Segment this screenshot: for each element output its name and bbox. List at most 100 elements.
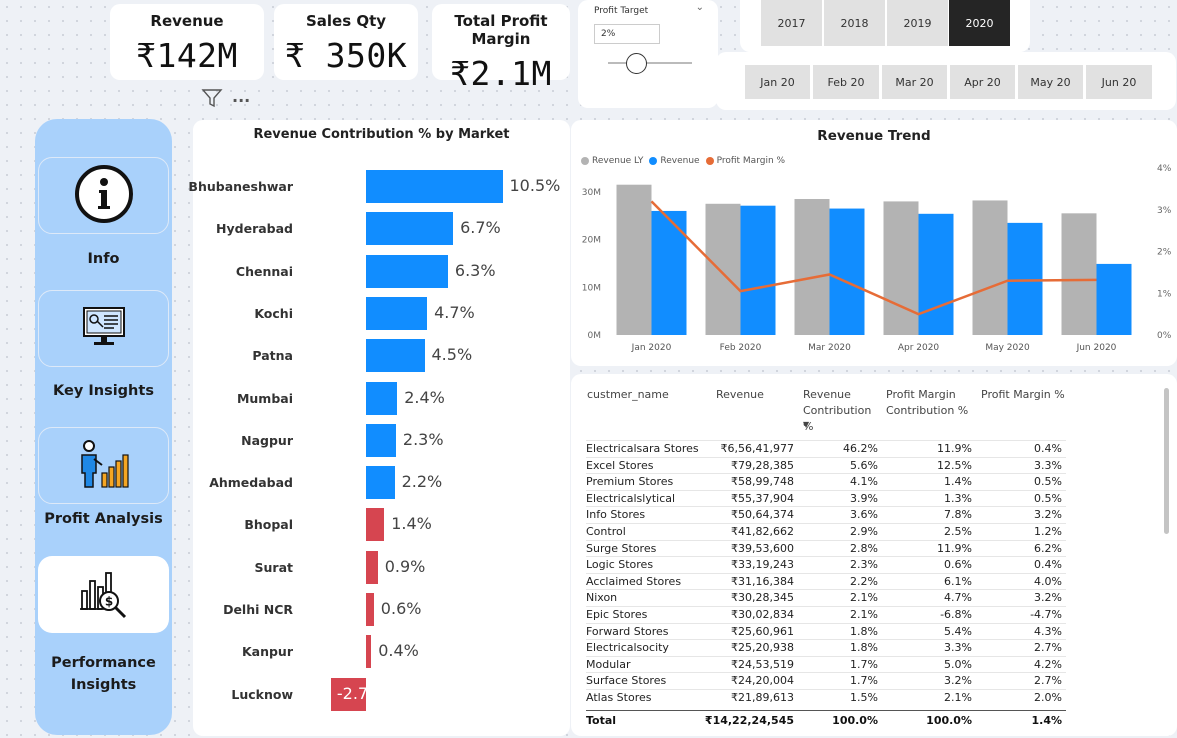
market-label: Surat	[254, 559, 293, 575]
cell-revenue: ₹30,28,345	[731, 591, 794, 605]
revenue-ly-bar[interactable]	[616, 184, 652, 335]
market-bar[interactable]	[366, 212, 454, 246]
table-header-revenue-contribution[interactable]: Revenue Contribution %	[803, 387, 879, 435]
revenue-bar[interactable]	[829, 208, 865, 335]
table-row[interactable]: Epic Stores ₹30,02,834 2.1% -6.8% -4.7%	[586, 606, 1066, 623]
table-row[interactable]: Acclaimed Stores ₹31,16,384 2.2% 6.1% 4.0%	[586, 572, 1066, 590]
profit-target-input[interactable]	[594, 24, 660, 44]
table-header-profit-margin-contribution[interactable]: Profit Margin Contribution %	[886, 387, 976, 419]
table-row[interactable]: Premium Stores ₹58,99,748 4.1% 1.4% 0.5%	[586, 473, 1066, 490]
y2-axis-tick: 0%	[1157, 331, 1172, 341]
table-row[interactable]: Control ₹41,82,662 2.9% 2.5% 1.2%	[586, 523, 1066, 540]
month-button-may[interactable]: May 20	[1018, 65, 1083, 99]
revenue-ly-bar[interactable]	[1061, 213, 1097, 335]
profit-target-slider-handle[interactable]	[626, 53, 647, 74]
market-bar[interactable]	[366, 635, 372, 669]
year-button-2019[interactable]: 2019	[887, 0, 948, 46]
month-button-jun[interactable]: Jun 20	[1086, 65, 1152, 99]
year-button-2020[interactable]: 2020	[949, 0, 1010, 46]
cell-revenue-contribution: 3.6%	[850, 508, 878, 522]
market-bar[interactable]	[366, 254, 448, 288]
market-bar[interactable]	[366, 508, 385, 542]
cell-profit-margin-contribution: 7.8%	[944, 508, 972, 522]
cell-customer: Excel Stores	[586, 458, 654, 472]
year-button-2017[interactable]: 2017	[761, 0, 822, 46]
x-axis-tick: Mar 2020	[808, 343, 851, 353]
revenue-bar[interactable]	[918, 213, 954, 335]
cell-profit-margin: 0.5%	[1034, 491, 1062, 505]
table-row[interactable]: Info Stores ₹50,64,374 3.6% 7.8% 3.2%	[586, 506, 1066, 523]
cell-revenue-contribution: 2.3%	[850, 558, 878, 572]
cell-revenue: ₹25,20,938	[731, 641, 794, 655]
cell-revenue: ₹50,64,374	[731, 508, 794, 522]
total-revenue: ₹14,22,24,545	[704, 714, 794, 727]
table-scrollbar[interactable]	[1164, 388, 1169, 534]
revenue-ly-bar[interactable]	[883, 201, 919, 335]
year-button-2018[interactable]: 2018	[824, 0, 885, 46]
revenue-bar[interactable]	[1007, 222, 1043, 335]
table-row[interactable]: Excel Stores ₹79,28,385 5.6% 12.5% 3.3%	[586, 456, 1066, 474]
cell-profit-margin: 4.3%	[1034, 624, 1062, 638]
cell-revenue-contribution: 2.1%	[850, 591, 878, 605]
table-header-customer[interactable]: custmer_name	[587, 387, 697, 403]
table-row[interactable]: Forward Stores ₹25,60,961 1.8% 5.4% 4.3%	[586, 622, 1066, 640]
more-options-icon[interactable]: ···	[232, 91, 250, 110]
cell-profit-margin-contribution: 11.9%	[937, 442, 972, 455]
cell-profit-margin-contribution: 4.7%	[944, 591, 972, 605]
revenue-bar[interactable]	[740, 205, 776, 335]
cell-customer: Control	[586, 525, 626, 538]
table-row[interactable]: Logic Stores ₹33,19,243 2.3% 0.6% 0.4%	[586, 556, 1066, 573]
market-bar[interactable]	[366, 593, 374, 626]
table-row[interactable]: Surge Stores ₹39,53,600 2.8% 11.9% 6.2%	[586, 539, 1066, 557]
profit-target-slider-track[interactable]	[608, 62, 692, 64]
table-header-revenue[interactable]: Revenue	[716, 387, 786, 403]
table-row[interactable]: Nixon ₹30,28,345 2.1% 4.7% 3.2%	[586, 589, 1066, 606]
table-row[interactable]: Electricalslytical ₹55,37,904 3.9% 1.3% 0.5%	[586, 489, 1066, 507]
total-label: Total	[586, 714, 617, 727]
chart-magnifier-icon: $	[78, 567, 130, 623]
table-row[interactable]: Modular ₹24,53,519 1.7% 5.0% 4.2%	[586, 655, 1066, 673]
market-value-label: -2.7	[336, 683, 369, 703]
sort-down-icon[interactable]: ▼	[803, 420, 809, 430]
cell-customer: Epic Stores	[586, 608, 648, 621]
market-value-label: 2.3%	[402, 429, 444, 449]
cell-revenue: ₹30,02,834	[731, 608, 794, 621]
market-bar[interactable]	[366, 339, 425, 373]
cell-profit-margin: 2.7%	[1034, 641, 1062, 655]
cell-revenue: ₹21,89,613	[731, 691, 794, 704]
market-bar[interactable]	[366, 296, 428, 330]
revenue-ly-bar[interactable]	[705, 203, 741, 335]
revenue-bar[interactable]	[651, 210, 687, 335]
cell-profit-margin-contribution: 6.1%	[944, 574, 972, 588]
total-revenue-contribution: 100.0%	[832, 714, 878, 727]
cell-profit-margin: 1.2%	[1034, 525, 1062, 538]
revenue-bar[interactable]	[1096, 263, 1132, 335]
filter-icon[interactable]	[200, 86, 224, 114]
month-button-apr[interactable]: Apr 20	[950, 65, 1015, 99]
revenue-ly-bar[interactable]	[794, 199, 830, 335]
y2-axis-tick: 3%	[1157, 206, 1172, 216]
table-row[interactable]: Atlas Stores ₹21,89,613 1.5% 2.1% 2.0%	[586, 689, 1066, 706]
table-row[interactable]: Electricalsara Stores ₹6,56,41,977 46.2% 11…	[586, 440, 1066, 457]
market-bar[interactable]	[366, 550, 378, 584]
market-bar[interactable]	[366, 381, 398, 415]
market-bar[interactable]	[366, 170, 503, 203]
cell-profit-margin: 3.2%	[1034, 591, 1062, 605]
table-row[interactable]: Electricalsocity ₹25,20,938 1.8% 3.3% 2.7%	[586, 639, 1066, 656]
cell-revenue-contribution: 2.8%	[850, 541, 878, 555]
month-button-mar[interactable]: Mar 20	[882, 65, 947, 99]
cell-revenue-contribution: 2.1%	[850, 608, 878, 621]
cell-customer: Electricalsocity	[586, 641, 669, 655]
month-button-jan[interactable]: Jan 20	[745, 65, 810, 99]
revenue-ly-bar[interactable]	[972, 200, 1008, 335]
market-label: Ahmedabad	[209, 475, 293, 491]
chevron-down-icon[interactable]: ⌄	[696, 2, 704, 13]
table-header-profit-margin[interactable]: Profit Margin %	[981, 387, 1071, 403]
market-bar[interactable]	[366, 423, 396, 457]
market-value-label: 2.4%	[404, 387, 445, 407]
table-row[interactable]: Surface Stores ₹24,20,004 1.7% 3.2% 2.7%	[586, 672, 1066, 689]
cell-revenue-contribution: 1.7%	[850, 674, 878, 688]
market-bar[interactable]	[366, 466, 395, 500]
cell-revenue: ₹58,99,748	[731, 475, 794, 489]
month-button-feb[interactable]: Feb 20	[813, 65, 879, 99]
